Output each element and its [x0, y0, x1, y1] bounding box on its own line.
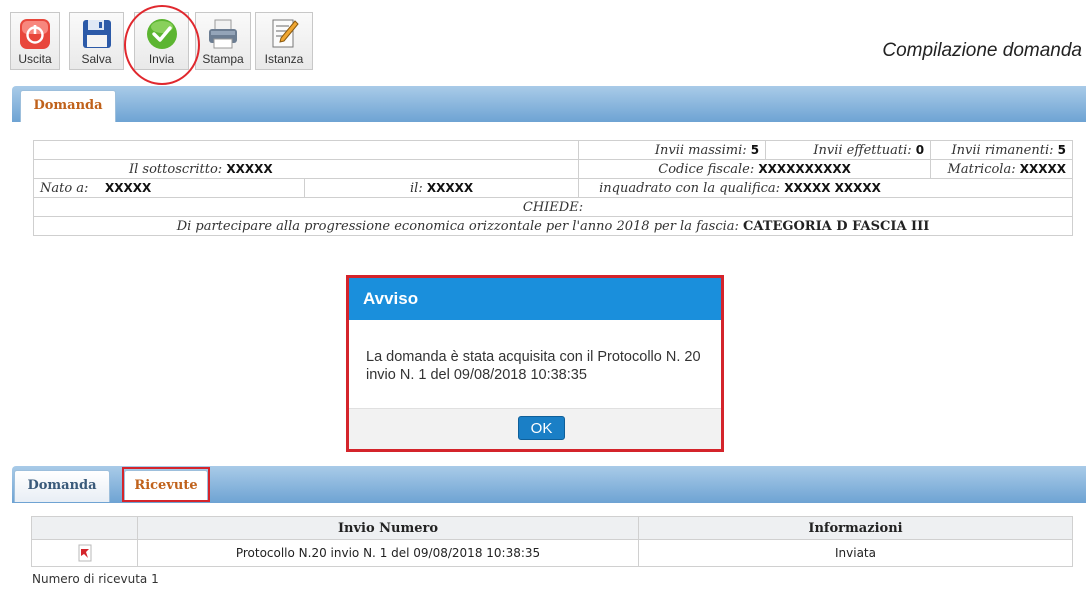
istanza-label: Istanza: [264, 52, 304, 66]
stampa-label: Stampa: [202, 52, 244, 66]
uscita-label: Uscita: [18, 52, 52, 66]
power-icon: [20, 19, 50, 49]
sottoscritto-value: XXXXX: [226, 161, 273, 176]
nato-label: Nato a:: [40, 180, 89, 196]
receipts-header-row: Invio Numero Informazioni: [31, 516, 1073, 540]
invii-massimi-label: Invii massimi:: [654, 142, 747, 158]
ricevute-highlight-box: [122, 467, 210, 502]
il-value: XXXXX: [426, 180, 474, 195]
header-informazioni: Informazioni: [638, 516, 1073, 540]
dialog-footer: OK: [349, 408, 721, 449]
top-tab-bar: Domanda: [12, 86, 1086, 122]
tab-domanda-bottom[interactable]: Domanda: [14, 470, 110, 502]
document-edit-icon: [272, 19, 299, 48]
dialog-message: La domanda è stata acquisita con il Prot…: [366, 349, 701, 383]
uscita-button[interactable]: Uscita: [10, 12, 60, 70]
tab-domanda-bottom-label: Domanda: [27, 478, 97, 493]
printer-icon: [209, 19, 237, 49]
ok-button[interactable]: OK: [518, 416, 565, 440]
salva-label: Salva: [81, 52, 112, 66]
receipt-invio-cell: Protocollo N.20 invio N. 1 del 09/08/201…: [137, 539, 639, 567]
invii-rimanenti-value: 5: [1057, 142, 1066, 157]
invii-effettuati-label: Invii effettuati:: [813, 142, 912, 158]
chiede-label: CHIEDE:: [522, 199, 584, 215]
codice-fiscale-value: XXXXXXXXXX: [758, 161, 851, 176]
receipt-count: Numero di ricevuta 1: [32, 572, 159, 586]
dialog-title: Avviso: [349, 278, 721, 320]
invii-rimanenti-label: Invii rimanenti:: [951, 142, 1054, 158]
header-icon: [31, 516, 138, 540]
domanda-form-table: Invii massimi: 5 Invii effettuati: 0 Inv…: [32, 140, 1073, 236]
table-row: Protocollo N.20 invio N. 1 del 09/08/201…: [31, 539, 1073, 567]
matricola-label: Matricola:: [947, 161, 1016, 177]
pdf-icon[interactable]: [77, 544, 93, 562]
qualifica-value: XXXXX XXXXX: [784, 180, 881, 195]
partecipare-text: Di partecipare alla progressione economi…: [176, 218, 739, 234]
header-invio-numero: Invio Numero: [137, 516, 639, 540]
receipt-info-cell: Inviata: [638, 539, 1073, 567]
codice-fiscale-label: Codice fiscale:: [658, 161, 755, 177]
avviso-dialog: Avviso La domanda è stata acquisita con …: [346, 275, 724, 452]
nato-value: XXXXX: [104, 180, 152, 195]
tab-domanda-label: Domanda: [33, 98, 103, 113]
fascia-value: CATEGORIA D FASCIA III: [743, 218, 930, 234]
floppy-disk-icon: [82, 20, 111, 48]
il-label: il:: [410, 180, 423, 196]
page-title: Compilazione domanda: [882, 40, 1082, 61]
sottoscritto-label: Il sottoscritto:: [129, 161, 223, 177]
tab-domanda[interactable]: Domanda: [20, 90, 116, 122]
qualifica-label: inquadrato con la qualifica:: [599, 180, 781, 196]
invii-effettuati-value: 0: [915, 142, 925, 157]
istanza-button[interactable]: Istanza: [255, 12, 313, 70]
stampa-button[interactable]: Stampa: [195, 12, 251, 70]
salva-button[interactable]: Salva: [69, 12, 124, 70]
invii-massimi-value: 5: [750, 142, 760, 157]
matricola-value: XXXXX: [1019, 161, 1066, 176]
receipts-table: Invio Numero Informazioni Protocollo N.2…: [31, 516, 1073, 567]
invia-highlight-circle: [124, 5, 200, 85]
